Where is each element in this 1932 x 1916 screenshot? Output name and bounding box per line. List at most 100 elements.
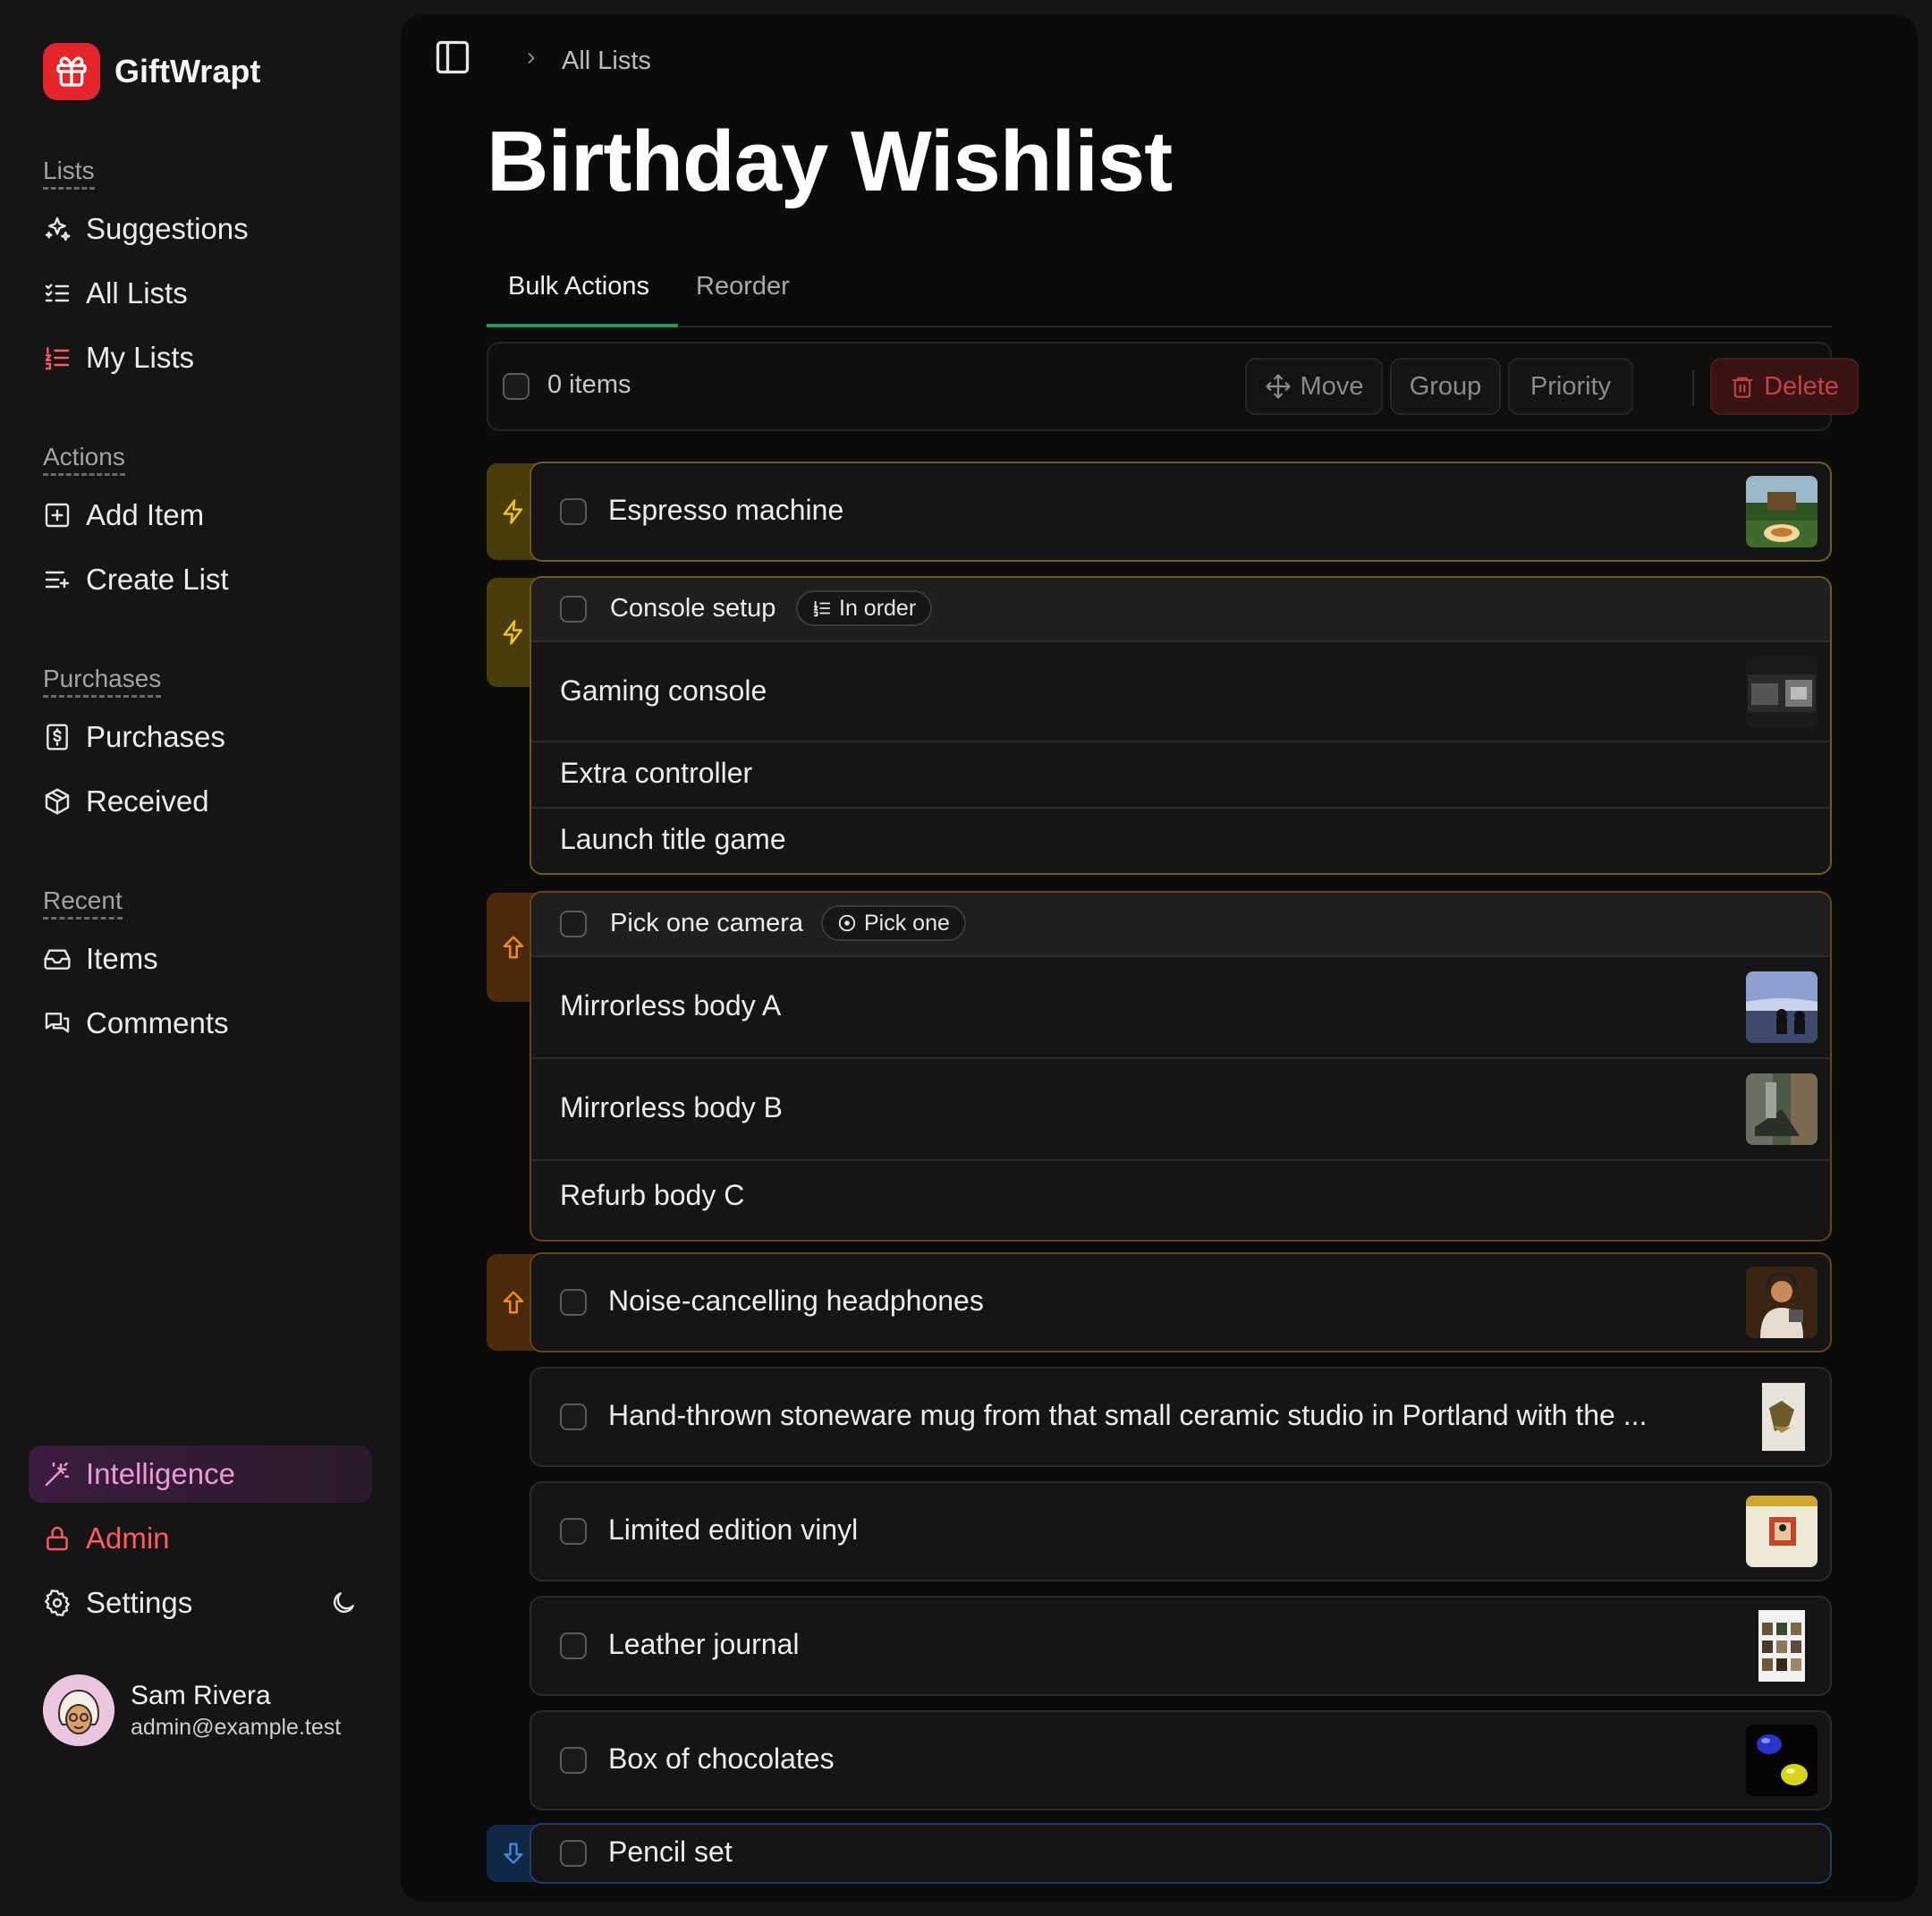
sidebar-item-label: Suggestions (86, 212, 249, 245)
list-item[interactable]: Espresso machine (530, 462, 1832, 562)
group-checkbox[interactable] (560, 596, 587, 623)
sidebar-item-label: Items (86, 942, 158, 975)
item-thumbnail (1746, 476, 1818, 547)
item-checkbox[interactable] (560, 1289, 587, 1316)
sidebar-item-all-lists[interactable]: All Lists (43, 268, 188, 318)
selected-count: 0 items (547, 370, 631, 399)
arrow-down-icon (504, 1843, 523, 1864)
tab-reorder[interactable]: Reorder (696, 272, 790, 301)
item-title: Noise-cancelling headphones (608, 1284, 984, 1317)
list-ordered-icon (43, 343, 72, 372)
messages-icon (43, 1009, 72, 1038)
sidebar: GiftWrapt Lists Suggestions All Lists My… (0, 0, 401, 1916)
breadcrumb: All Lists (433, 38, 651, 84)
move-label: Move (1300, 371, 1364, 401)
item-checkbox[interactable] (560, 1518, 587, 1545)
sidebar-item-my-lists[interactable]: My Lists (43, 333, 194, 383)
list-item[interactable]: Pencil set (530, 1823, 1832, 1884)
item-title: Hand-thrown stoneware mug from that smal… (608, 1399, 1648, 1431)
tab-bulk-actions[interactable]: Bulk Actions (508, 272, 649, 301)
item-title: Refurb body C (560, 1179, 745, 1211)
list-item[interactable]: Mirrorless body A (531, 957, 1830, 1059)
sidebar-item-create-list[interactable]: Create List (43, 555, 229, 605)
list-item[interactable]: Refurb body C (531, 1161, 1830, 1240)
page-title: Birthday Wishlist (487, 114, 1173, 209)
item-group: Pick one camera Pick one Mirrorless body… (530, 891, 1832, 1242)
sidebar-item-purchases[interactable]: Purchases (43, 712, 225, 762)
select-all-checkbox[interactable] (503, 373, 530, 400)
list-item[interactable]: Launch title game (531, 809, 1830, 873)
inbox-icon (43, 945, 72, 973)
list-item[interactable]: Gaming console (531, 642, 1830, 742)
sidebar-item-label: Admin (86, 1522, 170, 1555)
list-item[interactable]: Hand-thrown stoneware mug from that smal… (530, 1367, 1832, 1467)
item-title: Pencil set (608, 1835, 733, 1868)
sidebar-item-items[interactable]: Items (43, 934, 158, 984)
item-thumbnail (1746, 1496, 1818, 1567)
sidebar-item-admin[interactable]: Admin (43, 1513, 170, 1564)
group-checkbox[interactable] (560, 911, 587, 937)
moon-icon[interactable] (329, 1589, 358, 1617)
list-item[interactable]: Mirrorless body B (531, 1059, 1830, 1161)
section-label-purchases: Purchases (43, 665, 162, 698)
sidebar-item-suggestions[interactable]: Suggestions (43, 204, 249, 254)
group-mode-badge: Pick one (821, 905, 966, 941)
item-thumbnail (1746, 1073, 1818, 1145)
item-checkbox[interactable] (560, 1632, 587, 1659)
package-icon (43, 787, 72, 816)
arrow-up-icon (503, 936, 524, 959)
item-checkbox[interactable] (560, 1403, 587, 1430)
item-title: Launch title game (560, 823, 786, 855)
list-item[interactable]: Noise-cancelling headphones (530, 1252, 1832, 1352)
item-checkbox[interactable] (560, 1747, 587, 1774)
section-label-actions: Actions (43, 443, 125, 476)
list-item[interactable]: Box of chocolates (530, 1710, 1832, 1810)
group-header: Pick one camera Pick one (531, 893, 1830, 957)
delete-button[interactable]: Delete (1710, 358, 1859, 415)
list-item[interactable]: Leather journal (530, 1596, 1832, 1696)
brand-name: GiftWrapt (114, 53, 261, 89)
item-thumbnail (1746, 657, 1818, 728)
item-thumbnail (1746, 1610, 1818, 1682)
sidebar-item-add-item[interactable]: Add Item (43, 490, 204, 540)
wand-icon (43, 1460, 72, 1488)
group-title: Pick one camera (610, 909, 803, 937)
sidebar-item-received[interactable]: Received (43, 776, 209, 827)
item-title: Mirrorless body A (560, 989, 782, 1022)
sidebar-item-comments[interactable]: Comments (43, 998, 229, 1048)
list-plus-icon (43, 565, 72, 594)
user-email: admin@example.test (131, 1714, 342, 1740)
arrow-up-icon (503, 1291, 524, 1314)
sidebar-item-label: Add Item (86, 498, 205, 531)
breadcrumb-all-lists[interactable]: All Lists (562, 47, 651, 76)
list-item[interactable]: Limited edition vinyl (530, 1481, 1832, 1581)
item-checkbox[interactable] (560, 1840, 587, 1867)
item-thumbnail (1746, 971, 1818, 1043)
list-item[interactable]: Extra controller (531, 742, 1830, 809)
gift-icon (43, 43, 100, 100)
priority-button[interactable]: Priority (1508, 358, 1633, 415)
sidebar-item-label: Settings (86, 1586, 193, 1619)
item-checkbox[interactable] (560, 498, 587, 525)
sidebar-item-label: Intelligence (86, 1457, 235, 1490)
badge-label: In order (839, 595, 917, 621)
lightning-icon (503, 499, 522, 524)
sidebar-toggle-icon[interactable] (433, 38, 472, 84)
sidebar-item-intelligence[interactable]: Intelligence (43, 1449, 235, 1499)
move-button[interactable]: Move (1245, 358, 1383, 415)
user-name: Sam Rivera (131, 1680, 271, 1710)
sidebar-item-settings[interactable]: Settings (43, 1578, 192, 1628)
item-title: Espresso machine (608, 494, 844, 526)
trash-icon (1732, 377, 1753, 398)
section-label-recent: Recent (43, 886, 123, 920)
badge-label: Pick one (864, 910, 950, 936)
item-title: Gaming console (560, 674, 767, 707)
move-icon (1265, 374, 1291, 399)
group-button[interactable]: Group (1390, 358, 1501, 415)
brand[interactable]: GiftWrapt (43, 43, 260, 100)
sparkles-icon (43, 215, 72, 243)
user-profile[interactable]: Sam Rivera admin@example.test (43, 1674, 341, 1746)
sidebar-item-label: Comments (86, 1006, 229, 1039)
avatar (43, 1674, 114, 1746)
group-mode-badge: In order (796, 590, 933, 626)
